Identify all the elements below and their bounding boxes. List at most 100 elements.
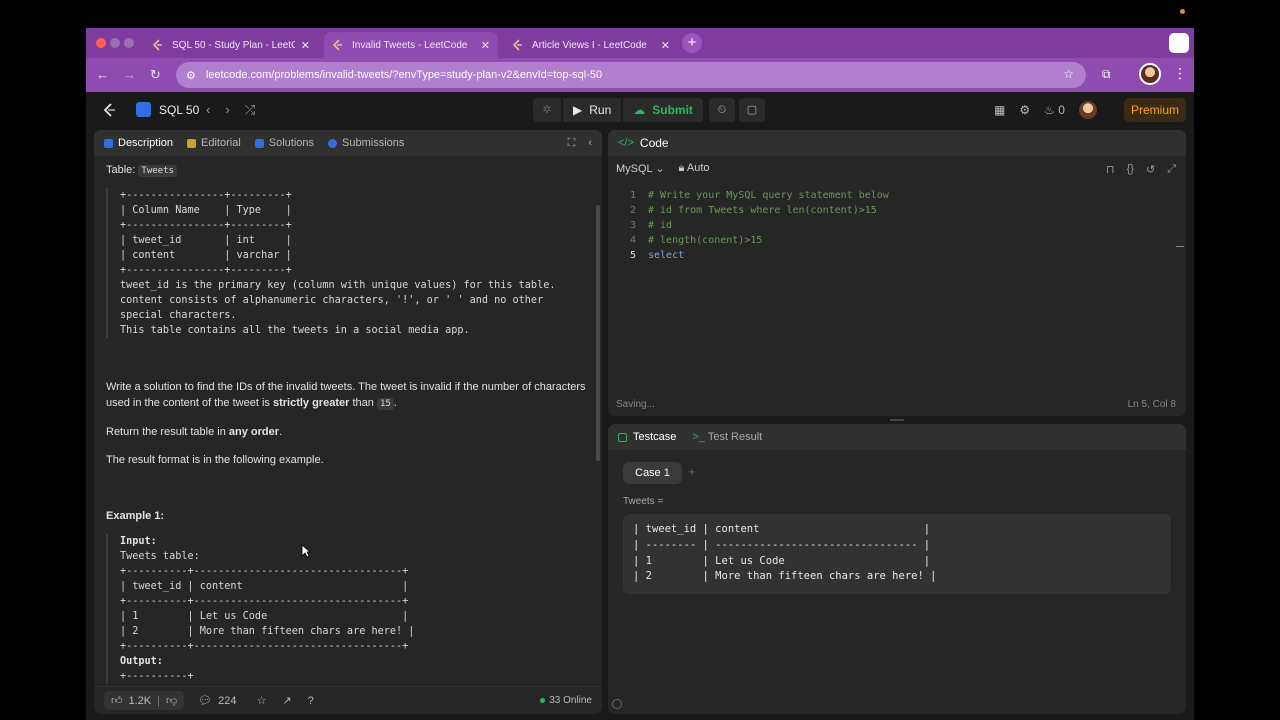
submit-button[interactable]: ☁ Submit bbox=[623, 98, 703, 122]
add-case-icon[interactable]: + bbox=[688, 464, 696, 479]
bookmark-star-icon[interactable]: ☆ bbox=[1063, 67, 1074, 81]
fire-icon: ♨ bbox=[1044, 103, 1055, 117]
editor-scrollbar[interactable] bbox=[1176, 246, 1184, 247]
auto-mode[interactable]: 🔒︎ Auto bbox=[679, 162, 710, 175]
comment-icon[interactable]: 💬︎ bbox=[198, 694, 212, 707]
code-icon: </> bbox=[618, 137, 634, 149]
solutions-icon bbox=[254, 138, 264, 148]
back-icon[interactable]: ← bbox=[96, 67, 109, 82]
browser-menu-icon[interactable]: ⋮ bbox=[1173, 65, 1187, 82]
minimize-window-button[interactable] bbox=[110, 38, 120, 48]
thumbs-up-icon: 👍︎ bbox=[111, 695, 123, 707]
thumbs-down-icon[interactable]: 👎︎ bbox=[166, 694, 177, 707]
code-line[interactable]: select bbox=[648, 248, 684, 263]
tab-submissions[interactable]: Submissions bbox=[328, 137, 404, 149]
code-line[interactable]: # Write your MySQL query statement below bbox=[648, 188, 889, 203]
site-settings-icon[interactable]: ⚙ bbox=[186, 69, 196, 82]
timer-icon[interactable]: ⏲ bbox=[708, 98, 735, 122]
close-tab-icon[interactable]: ✕ bbox=[481, 39, 490, 52]
tab-title: Invalid Tweets - LeetCode bbox=[352, 39, 468, 51]
problem-list-name: SQL 50 bbox=[159, 102, 200, 117]
testcase-input-value[interactable]: | tweet_id | content | | -------- | ----… bbox=[633, 522, 1161, 585]
table-label: Table: bbox=[106, 164, 136, 176]
description-scrollbar[interactable] bbox=[596, 205, 600, 461]
browser-profile-avatar[interactable] bbox=[1139, 63, 1161, 85]
testcase-panel: Testcase >_ Test Result Case 1 + Tweets … bbox=[608, 424, 1186, 714]
layout-grid-icon[interactable]: ▦ bbox=[994, 103, 1005, 117]
premium-button[interactable]: Premium bbox=[1124, 98, 1186, 122]
close-window-button[interactable] bbox=[96, 38, 106, 48]
tab-editorial[interactable]: Editorial bbox=[187, 137, 241, 149]
checkbox-icon bbox=[618, 432, 627, 442]
prev-problem-icon[interactable]: ‹ bbox=[206, 102, 210, 118]
bookmark-icon[interactable]: ⊓ bbox=[1106, 163, 1115, 176]
streak-counter[interactable]: ♨ 0 bbox=[1044, 103, 1065, 117]
recording-indicator bbox=[1180, 9, 1185, 14]
notes-icon[interactable]: ▢ bbox=[738, 98, 765, 122]
cloud-upload-icon: ☁ bbox=[633, 103, 646, 117]
tab-test-result[interactable]: >_ Test Result bbox=[692, 431, 762, 443]
reset-icon[interactable]: ↺ bbox=[1146, 163, 1155, 176]
like-button[interactable]: 👍︎ 1.2K | 👎︎ bbox=[104, 691, 185, 710]
problem-list-button[interactable]: SQL 50 bbox=[136, 102, 199, 117]
next-problem-icon[interactable]: › bbox=[225, 102, 229, 118]
new-tab-button[interactable]: + bbox=[682, 33, 702, 53]
tab-sql-50[interactable]: SQL 50 - Study Plan - LeetCode ✕ bbox=[144, 32, 318, 58]
tab-bar: SQL 50 - Study Plan - LeetCode ✕ Invalid… bbox=[86, 28, 1194, 58]
editor-actions: ⊓ {} ↺ ⤢ bbox=[1106, 163, 1176, 176]
return-bold: any order bbox=[228, 426, 280, 438]
fullscreen-icon[interactable]: ⤢ bbox=[1167, 163, 1176, 176]
line-number: 5 bbox=[629, 250, 636, 261]
code-line[interactable]: # id bbox=[648, 218, 672, 233]
tab-article-views[interactable]: Article Views I - LeetCode ✕ bbox=[504, 32, 678, 58]
help-circle-icon[interactable] bbox=[612, 699, 622, 709]
code-line[interactable]: # id from Tweets where len(content)>15 bbox=[648, 203, 877, 218]
study-plan-icon bbox=[136, 102, 151, 117]
code-panel-header: </> Code bbox=[608, 130, 1186, 156]
tab-invalid-tweets[interactable]: Invalid Tweets - LeetCode ✕ bbox=[324, 32, 498, 58]
address-bar[interactable]: ⚙ leetcode.com/problems/invalid-tweets/?… bbox=[176, 62, 1086, 88]
lock-icon: 🔒︎ bbox=[678, 162, 685, 174]
tab-search-button[interactable] bbox=[1169, 33, 1189, 53]
forward-icon[interactable]: → bbox=[123, 67, 136, 82]
format-braces-icon[interactable]: {} bbox=[1127, 163, 1134, 176]
settings-gear-icon[interactable]: ⚙ bbox=[1019, 103, 1030, 117]
leetcode-logo-icon[interactable] bbox=[102, 102, 118, 118]
tab-label: Test Result bbox=[707, 431, 763, 443]
line-number: 2 bbox=[629, 205, 636, 216]
close-tab-icon[interactable]: ✕ bbox=[301, 39, 310, 52]
help-icon[interactable]: ? bbox=[308, 695, 314, 707]
tab-testcase[interactable]: Testcase bbox=[618, 431, 676, 443]
tab-description[interactable]: Description bbox=[104, 137, 173, 149]
close-tab-icon[interactable]: ✕ bbox=[661, 39, 670, 52]
user-avatar[interactable] bbox=[1078, 101, 1097, 119]
reload-icon[interactable]: ↻ bbox=[150, 67, 161, 83]
debug-icon[interactable]: ✲ bbox=[533, 98, 561, 122]
output-table: +----------+ bbox=[120, 671, 194, 682]
random-problem-icon[interactable]: ⤮ bbox=[245, 102, 255, 118]
testcase-input[interactable]: | tweet_id | content | | -------- | ----… bbox=[623, 514, 1171, 594]
share-icon[interactable]: ↗ bbox=[282, 694, 291, 707]
submit-label: Submit bbox=[652, 103, 693, 117]
return-text: Return the result table in bbox=[106, 426, 226, 438]
example-table: Tweets table: +----------+--------------… bbox=[120, 551, 415, 652]
favorite-star-icon[interactable]: ☆ bbox=[257, 694, 267, 707]
collapse-panel-icon[interactable]: ‹ bbox=[588, 137, 592, 150]
run-button[interactable]: ▶ Run bbox=[563, 98, 622, 122]
tab-solutions[interactable]: Solutions bbox=[254, 137, 314, 149]
online-count: 33 Online bbox=[549, 695, 592, 706]
extensions-icon[interactable]: ⧉ bbox=[1102, 67, 1111, 82]
case-1-button[interactable]: Case 1 bbox=[623, 462, 682, 484]
statement-than: than bbox=[352, 397, 374, 409]
table-heading: Table: Tweets bbox=[106, 162, 592, 179]
maximize-window-button[interactable] bbox=[124, 38, 134, 48]
comment-count[interactable]: 224 bbox=[218, 695, 236, 707]
language-select[interactable]: MySQL ⌄ bbox=[616, 162, 665, 175]
input-label: Input: bbox=[120, 536, 157, 547]
problem-statement: Write a solution to find the IDs of the … bbox=[106, 381, 586, 410]
panel-resize-handle[interactable] bbox=[890, 419, 904, 421]
code-line[interactable]: # length(conent)>15 bbox=[648, 233, 762, 248]
play-icon: ▶ bbox=[573, 103, 583, 117]
maximize-panel-icon[interactable]: ⛶ bbox=[568, 137, 576, 150]
statement-number: 15 bbox=[376, 398, 394, 410]
